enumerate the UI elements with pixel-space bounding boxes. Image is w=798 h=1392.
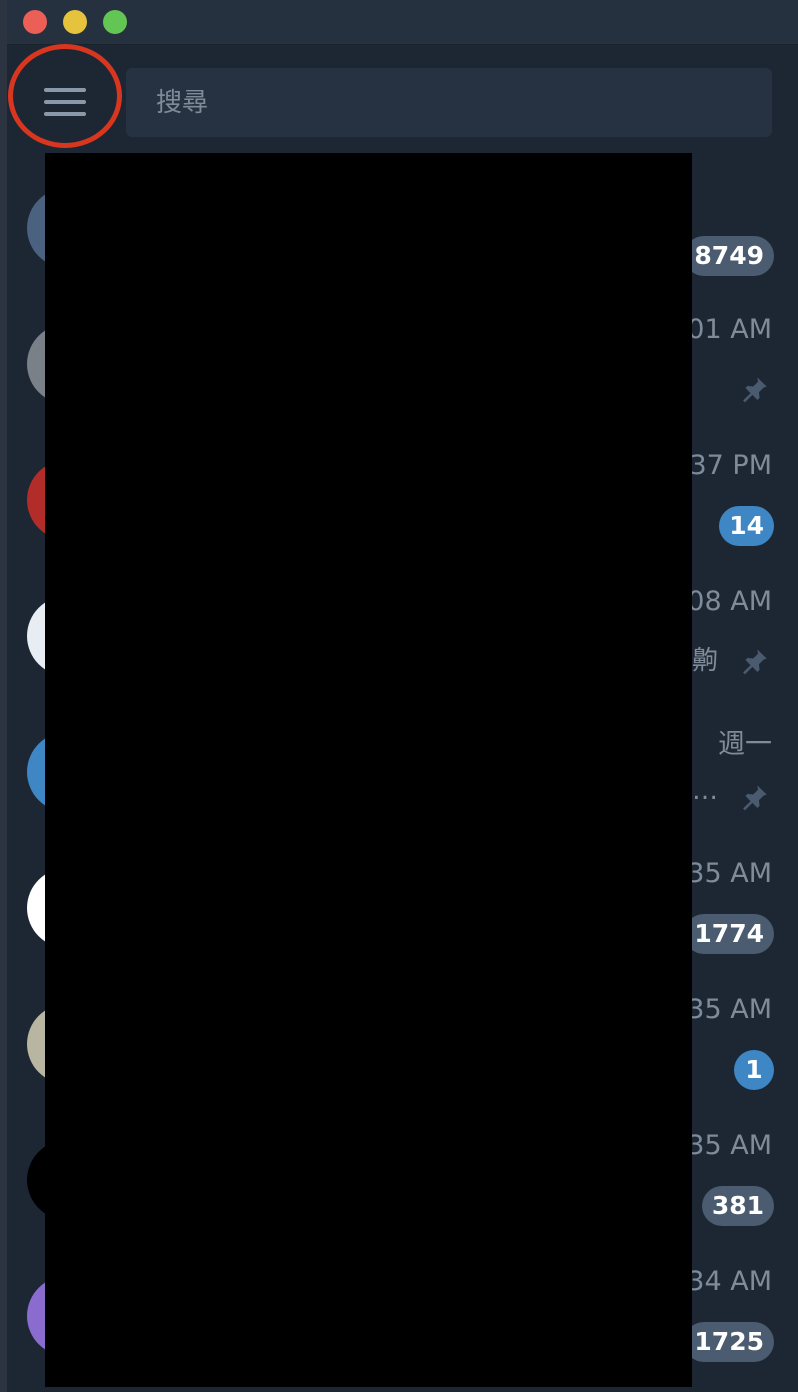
pin-icon (738, 646, 770, 678)
pin-icon (738, 782, 770, 814)
chat-time: 01 AM (687, 314, 772, 345)
app-window: 8749 01 AM 37 PM 14 08 AM 齁週一… 35 AM 1774 35 AM 1… (0, 0, 798, 1392)
unread-count-badge: 1725 (684, 1322, 774, 1362)
chat-time: 週一 (718, 729, 772, 760)
menu-bar-top (44, 88, 86, 92)
chat-time: 35 AM (687, 994, 772, 1025)
unread-count-badge: 8749 (684, 236, 774, 276)
search-input[interactable] (126, 68, 772, 137)
unread-count-badge: 14 (719, 506, 774, 546)
menu-bar-middle (44, 100, 86, 104)
chat-time: 08 AM (687, 586, 772, 617)
search-box[interactable] (126, 68, 772, 137)
chat-time: 37 PM (689, 450, 772, 481)
chat-preview-text: 齁 (691, 646, 718, 676)
chat-time: 35 AM (687, 1130, 772, 1161)
unread-count-badge: 1 (734, 1050, 774, 1090)
window-edge (0, 0, 7, 1392)
chat-time: 35 AM (687, 858, 772, 889)
menu-bar-bottom (44, 112, 86, 116)
minimize-window-button[interactable] (63, 10, 87, 34)
title-bar (7, 0, 798, 45)
pin-icon (738, 374, 770, 406)
unread-count-badge: 1774 (684, 914, 774, 954)
hamburger-menu-icon[interactable] (26, 66, 106, 138)
maximize-window-button[interactable] (103, 10, 127, 34)
chat-time: 34 AM (687, 1266, 772, 1297)
close-window-button[interactable] (23, 10, 47, 34)
chat-preview-text: … (692, 776, 718, 806)
unread-count-badge: 381 (701, 1186, 774, 1226)
redaction-overlay (45, 153, 692, 1387)
